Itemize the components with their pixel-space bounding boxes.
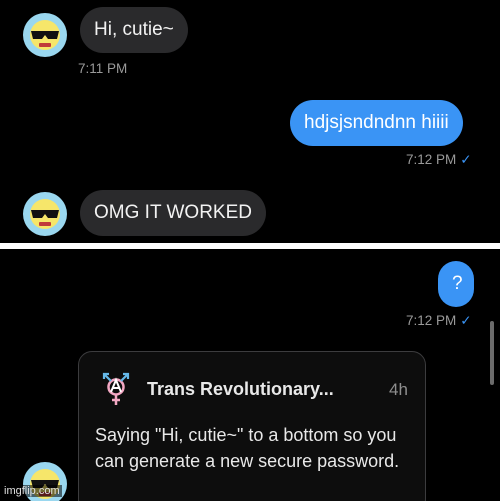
trans-anarchy-symbol-icon [102, 372, 130, 405]
sent-check-icon: ✓ [460, 152, 472, 167]
post-author-name[interactable]: Trans Revolutionary... [147, 379, 334, 400]
post-age: 4h [389, 380, 408, 399]
chat-panel-bottom: ? 7:12 PM ✓ Trans Revolutionary... 4h Say… [0, 249, 500, 501]
post-text: Saying "Hi, cutie~" to a bottom so you c… [95, 425, 400, 471]
incoming-message-bubble[interactable]: OMG IT WORKED [80, 190, 266, 236]
message-timestamp: 7:11 PM [78, 61, 128, 76]
shared-post-header: Trans Revolutionary... 4h [99, 372, 419, 408]
watermark-text: imgflip.com [2, 485, 62, 497]
shared-post-card[interactable]: Trans Revolutionary... 4h Saying "Hi, cu… [78, 351, 426, 501]
incoming-message-bubble[interactable]: Hi, cutie~ [80, 7, 188, 53]
time-text: 7:12 PM [406, 152, 457, 167]
message-timestamp-sent: 7:12 PM ✓ [406, 313, 472, 329]
scrollbar-thumb[interactable] [490, 321, 494, 385]
time-text: 7:12 PM [406, 313, 457, 328]
cool-face-avatar-icon[interactable] [22, 12, 68, 58]
sent-check-icon: ✓ [460, 313, 472, 328]
outgoing-message-bubble[interactable]: ? [438, 261, 474, 307]
message-timestamp-sent: 7:12 PM ✓ [406, 152, 472, 168]
chat-panel-top: Hi, cutie~ 7:11 PM hdjsjsndndnn hiiii 7:… [0, 0, 500, 243]
cool-face-avatar-icon[interactable] [22, 191, 68, 237]
outgoing-message-bubble[interactable]: hdjsjsndndnn hiiii [290, 100, 463, 146]
